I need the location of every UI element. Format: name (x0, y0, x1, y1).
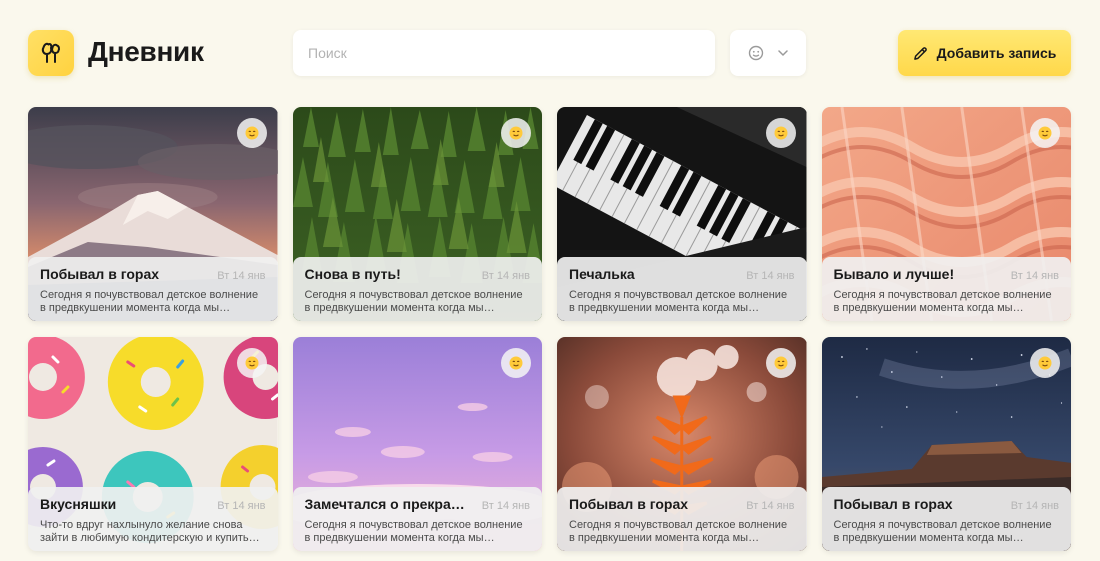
entry-card[interactable]: Печалька Вт 14 янв Сегодня я почувствова… (557, 107, 807, 321)
entry-date: Вт 14 янв (1010, 500, 1059, 512)
smiling-emoji-icon[interactable] (1030, 118, 1060, 148)
mood-filter-dropdown[interactable] (730, 30, 806, 76)
entry-date: Вт 14 янв (481, 270, 530, 282)
pencil-icon (913, 46, 927, 60)
smiling-emoji-icon[interactable] (765, 348, 796, 378)
trees-logo-icon (41, 42, 60, 63)
entry-preview: Сегодня я почувствовал детское волнение … (569, 519, 788, 544)
entry-preview: Сегодня я почувствовал детское волнение … (304, 519, 523, 544)
entry-date: Вт 14 янв (746, 500, 795, 512)
smiling-emoji-icon[interactable] (501, 348, 531, 378)
page-title: Дневник (88, 36, 204, 67)
entry-date: Вт 14 янв (1010, 270, 1059, 282)
entry-title: Вкусняшки (40, 496, 117, 512)
smiling-emoji-icon[interactable] (236, 118, 267, 148)
add-entry-button[interactable]: Добавить запись (898, 30, 1071, 76)
entry-title: Побывал в горах (569, 496, 689, 512)
entry-preview: Сегодня я почувствовал детское волнение … (569, 289, 788, 314)
entry-summary: Побывал в горах Вт 14 янв Сегодня я почу… (557, 487, 807, 551)
entry-title: Побывал в горах (833, 496, 953, 512)
entry-title: Замечтался о прекрасном (304, 496, 470, 512)
entry-preview: Сегодня я почувствовал детское волнение … (304, 289, 523, 314)
entry-preview: Что-то вдруг нахлынуло желание снова зай… (40, 519, 249, 544)
entry-summary: Вкусняшки Вт 14 янв Что-то вдруг нахлыну… (28, 487, 278, 551)
entry-summary: Печалька Вт 14 янв Сегодня я почувствова… (557, 257, 807, 321)
search-input[interactable] (308, 45, 715, 61)
entry-summary: Побывал в горах Вт 14 янв Сегодня я почу… (28, 257, 278, 321)
entry-card[interactable]: Побывал в горах Вт 14 янв Сегодня я почу… (557, 337, 807, 551)
entry-date: Вт 14 янв (217, 270, 266, 282)
entry-title: Побывал в горах (40, 266, 160, 282)
entry-card[interactable]: Побывал в горах Вт 14 янв Сегодня я почу… (28, 107, 278, 321)
add-entry-label: Добавить запись (936, 45, 1057, 61)
entries-grid: Побывал в горах Вт 14 янв Сегодня я почу… (28, 107, 1071, 551)
app-header: Дневник Добавить запись (28, 30, 1071, 76)
neutral-face-icon (748, 45, 764, 61)
entry-card[interactable]: Побывал в горах Вт 14 янв Сегодня я почу… (821, 337, 1071, 551)
entry-summary: Замечтался о прекрасном Вт 14 янв Сегодн… (292, 487, 542, 551)
smiling-emoji-icon[interactable] (765, 118, 796, 148)
smiling-emoji-icon[interactable] (501, 118, 531, 148)
entry-title: Снова в путь! (304, 266, 401, 282)
smiling-emoji-icon[interactable] (236, 348, 267, 378)
entry-card[interactable]: Бывало и лучше! Вт 14 янв Сегодня я почу… (821, 107, 1071, 321)
entry-title: Бывало и лучше! (833, 266, 955, 282)
entry-date: Вт 14 янв (481, 500, 530, 512)
entry-summary: Бывало и лучше! Вт 14 янв Сегодня я почу… (821, 257, 1071, 321)
chevron-down-icon (778, 50, 788, 56)
entry-card[interactable]: Снова в путь! Вт 14 янв Сегодня я почувс… (292, 107, 542, 321)
smiling-emoji-icon[interactable] (1030, 348, 1060, 378)
entry-card[interactable]: Замечтался о прекрасном Вт 14 янв Сегодн… (292, 337, 542, 551)
entry-card[interactable]: Вкусняшки Вт 14 янв Что-то вдруг нахлыну… (28, 337, 278, 551)
entry-summary: Побывал в горах Вт 14 янв Сегодня я почу… (821, 487, 1071, 551)
entry-date: Вт 14 янв (746, 270, 795, 282)
app-logo[interactable] (28, 30, 74, 76)
search-box[interactable] (293, 30, 715, 76)
entry-preview: Сегодня я почувствовал детское волнение … (833, 289, 1052, 314)
entry-preview: Сегодня я почувствовал детское волнение … (833, 519, 1052, 544)
entry-summary: Снова в путь! Вт 14 янв Сегодня я почувс… (292, 257, 542, 321)
entry-preview: Сегодня я почувствовал детское волнение … (40, 289, 259, 314)
entry-title: Печалька (569, 266, 635, 282)
entry-date: Вт 14 янв (217, 500, 266, 512)
